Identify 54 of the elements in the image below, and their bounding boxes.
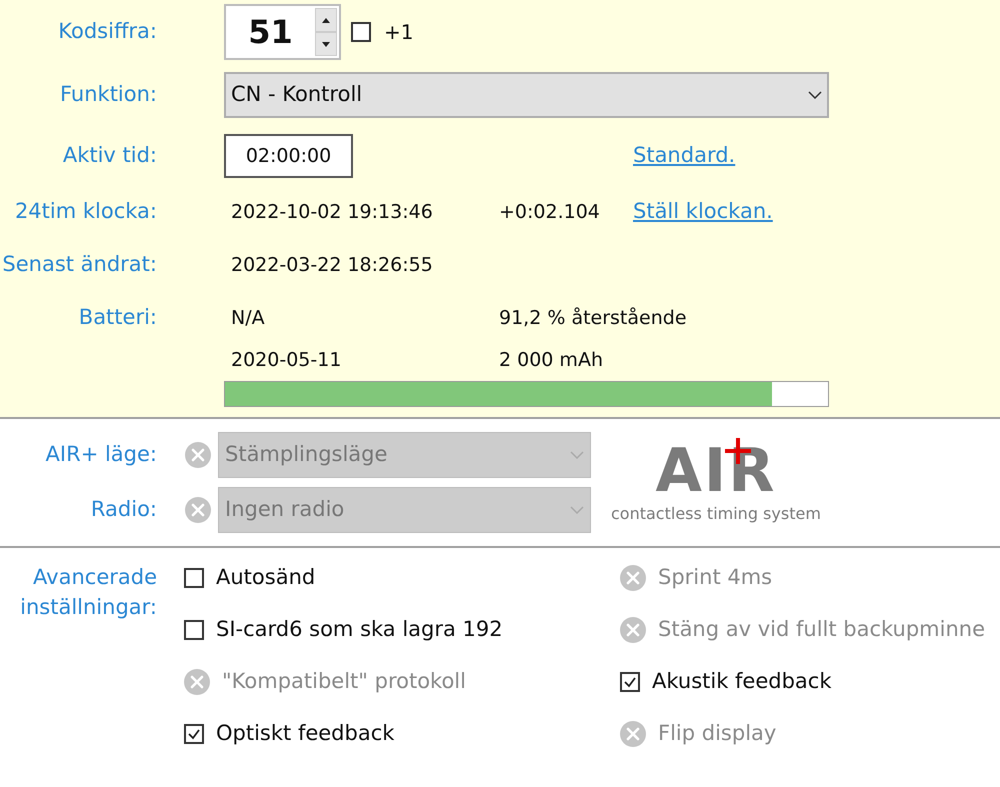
checkbox[interactable]: [184, 724, 204, 744]
radio-dropdown[interactable]: Ingen radio: [218, 487, 591, 533]
unavailable-icon: [620, 617, 646, 643]
checkmark-icon: [187, 727, 201, 741]
clock-value: 2022-10-02 19:13:46: [231, 200, 434, 225]
advanced-label: Avancerade inställningar:: [20, 565, 157, 619]
field-label: 24tim klocka:: [14, 199, 157, 224]
battery-capacity: 2 000 mAh: [499, 348, 603, 373]
plus-one-label: +1: [384, 19, 414, 46]
field-label: Funktion:: [60, 82, 157, 106]
field-label: Aktiv tid:: [62, 143, 157, 168]
code-value: 51: [247, 12, 294, 53]
checkbox[interactable]: [184, 568, 204, 588]
unavailable-icon: [185, 442, 211, 468]
changed-value: 2022-03-22 18:26:55: [231, 252, 433, 278]
standard-link[interactable]: Standard.: [633, 140, 736, 172]
battery-date: 2020-05-11: [231, 348, 342, 373]
set-clock-link[interactable]: Ställ klockan.: [633, 196, 773, 228]
option-label: Stäng av vid fullt backupminne: [658, 616, 985, 644]
chevron-down-icon: [570, 451, 584, 459]
option-label: Optiskt feedback: [216, 720, 394, 748]
air-logo: AIR contactless timing system: [611, 440, 821, 524]
option-label: SI-card6 som ska lagra 192: [216, 616, 503, 644]
unavailable-icon: [620, 721, 646, 747]
clock-offset: +0:02.104: [499, 200, 601, 225]
field-label: Radio:: [90, 497, 157, 522]
chevron-down-icon: [808, 91, 822, 99]
option-label: Akustik feedback: [652, 668, 832, 696]
spin-down-button[interactable]: [315, 32, 337, 56]
option-label: Autosänd: [216, 564, 316, 592]
checkbox[interactable]: [620, 672, 640, 692]
down-triangle-icon: [322, 42, 330, 46]
field-label: Batteri:: [78, 305, 157, 330]
checkbox[interactable]: [184, 620, 204, 640]
code-spinner[interactable]: 51: [224, 4, 341, 60]
function-dropdown[interactable]: CN - Kontroll: [224, 72, 829, 118]
up-triangle-icon: [322, 18, 330, 22]
field-label: Senast ändrat:: [2, 252, 157, 276]
option-label: Sprint 4ms: [658, 564, 772, 592]
air-mode-dropdown[interactable]: Stämplingsläge: [218, 432, 591, 478]
unavailable-icon: [184, 669, 210, 695]
unavailable-icon: [185, 497, 211, 523]
checkmark-icon: [623, 675, 637, 689]
unavailable-icon: [620, 565, 646, 591]
checkbox[interactable]: [351, 22, 371, 42]
field-label: Kodsiffra:: [58, 19, 157, 44]
battery-voltage: N/A: [231, 306, 266, 331]
chevron-down-icon: [570, 506, 584, 514]
field-label: AIR+ läge:: [46, 442, 157, 466]
option-label: Flip display: [658, 720, 776, 748]
option-label: "Kompatibelt" protokoll: [222, 668, 466, 696]
active-time-field[interactable]: 02:00:00: [224, 134, 353, 178]
spin-up-button[interactable]: [315, 8, 337, 32]
battery-remaining: 91,2 % återstående: [499, 306, 687, 331]
